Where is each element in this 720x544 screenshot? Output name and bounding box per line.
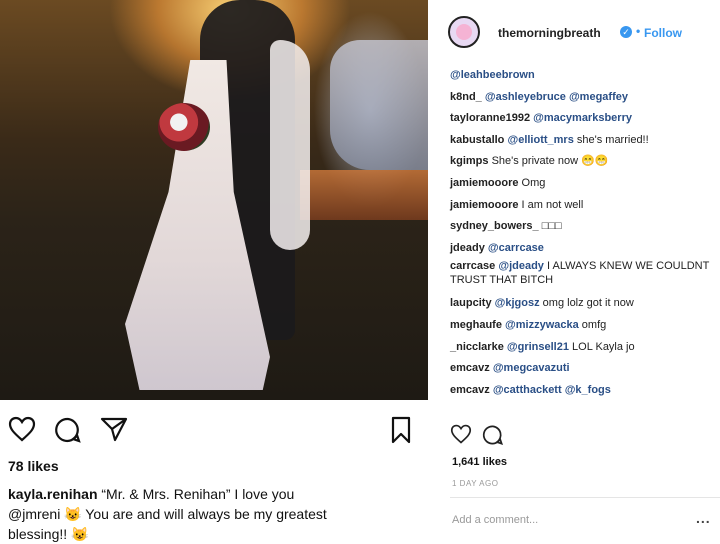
avatar[interactable]: [448, 16, 480, 48]
photo-grass: [300, 170, 428, 220]
comment-username[interactable]: k8nd_: [450, 91, 482, 103]
comment-text: Omg: [521, 176, 546, 189]
comment-text: LOL Kayla jo: [568, 340, 635, 353]
comment-username[interactable]: emcavz: [450, 362, 490, 374]
comment-mention[interactable]: @kjgosz: [495, 297, 540, 309]
comment-username[interactable]: laupcity: [450, 297, 492, 309]
comment-row: kabustallo @elliott_mrs she's married!!: [450, 130, 720, 152]
comment-row: _nicclarke @grinsell21 LOL Kayla jo: [450, 337, 720, 359]
comment-mention[interactable]: @macymarksberry: [533, 112, 632, 124]
comment-row: emcavz @catthackett @k_fogs: [450, 380, 720, 402]
post-likes[interactable]: 78 likes: [8, 458, 59, 474]
more-options-button[interactable]: ...: [696, 510, 711, 526]
comment-separator: [450, 497, 720, 498]
comment-icon[interactable]: [54, 416, 82, 444]
wedding-photo: [0, 0, 428, 400]
comment-text: she's married!!: [573, 133, 649, 146]
follow-button[interactable]: Follow: [644, 26, 682, 40]
panel-actions: [450, 424, 550, 448]
comment-username[interactable]: meghaufe: [450, 319, 502, 331]
bookmark-icon[interactable]: [390, 416, 412, 444]
comment-mention[interactable]: @jdeady: [498, 260, 544, 272]
photo-veil: [270, 40, 310, 250]
avatar-face: [456, 24, 472, 40]
comment-text: omfg: [578, 318, 607, 331]
comment-mention[interactable]: @megcavazuti: [493, 362, 570, 374]
comments-panel: themorningbreath ✓ • Follow @leahbeebrow…: [430, 0, 720, 544]
comment-username[interactable]: tayloranne1992: [450, 112, 530, 124]
comment-mention[interactable]: @elliott_mrs: [507, 134, 573, 146]
comment-mention[interactable]: @grinsell21: [507, 341, 569, 353]
comment-row: laupcity @kjgosz omg lolz got it now: [450, 293, 720, 315]
heart-icon[interactable]: [8, 416, 36, 442]
comment-mention[interactable]: @ashleyebruce @megaffey: [485, 91, 628, 103]
comment-username[interactable]: sydney_bowers_: [450, 220, 539, 232]
comment-mention[interactable]: @catthackett @k_fogs: [493, 384, 611, 396]
comment-row: carrcase @jdeady I ALWAYS KNEW WE COULDN…: [450, 259, 720, 293]
comment-list: @leahbeebrown k8nd_ @ashleyebruce @megaff…: [450, 65, 720, 401]
comment-mention[interactable]: @carrcase: [488, 242, 544, 254]
comment-text: omg lolz got it now: [539, 297, 634, 310]
add-comment-input[interactable]: Add a comment...: [452, 514, 538, 526]
post-date: 1 DAY AGO: [452, 479, 499, 488]
share-icon[interactable]: [100, 416, 128, 442]
comment-row: jamiemooore Omg: [450, 173, 720, 195]
comment-username[interactable]: kgimps: [450, 155, 489, 167]
panel-likes[interactable]: 1,641 likes: [452, 456, 507, 468]
comment-mention[interactable]: @mizzywacka: [505, 319, 579, 331]
caption-line-2: @jmreni 😺 You are and will always be my …: [8, 506, 327, 522]
comment-row: tayloranne1992 @macymarksberry: [450, 108, 720, 130]
comment-row: jamiemooore I am not well: [450, 195, 720, 217]
caption-line-3: blessing!! 😺: [8, 526, 89, 542]
comment-username[interactable]: emcavz: [450, 384, 490, 396]
post-header: themorningbreath ✓ • Follow: [444, 12, 720, 52]
comment-username[interactable]: jamiemooore: [450, 177, 518, 189]
comment-text: She's private now 😁😁: [491, 155, 609, 168]
post-actions: [0, 408, 428, 452]
comment-row: jdeady @carrcase: [450, 238, 720, 260]
heart-icon[interactable]: [450, 424, 472, 444]
caption-line-1: “Mr. & Mrs. Renihan” I love you: [101, 486, 295, 502]
separator-dot: •: [636, 24, 641, 38]
verified-icon: ✓: [620, 26, 632, 38]
post-caption: kayla.renihan “Mr. & Mrs. Renihan” I lov…: [8, 484, 418, 544]
comment-row: @leahbeebrown: [450, 65, 720, 87]
comment-username[interactable]: jdeady: [450, 242, 485, 254]
comment-row: meghaufe @mizzywacka omfg: [450, 315, 720, 337]
comment-row: sydney_bowers_ □□□: [450, 216, 720, 238]
comment-mention[interactable]: @leahbeebrown: [450, 69, 535, 81]
comment-icon[interactable]: [482, 424, 504, 446]
caption-username[interactable]: kayla.renihan: [8, 486, 98, 502]
comment-text: □□□: [541, 220, 562, 233]
photo-water: [330, 40, 428, 170]
comment-text: I am not well: [521, 198, 584, 211]
photo-bouquet: [158, 103, 210, 151]
comment-username[interactable]: kabustallo: [450, 134, 504, 146]
comment-row: emcavz @megcavazuti: [450, 358, 720, 380]
header-username[interactable]: themorningbreath: [498, 26, 601, 40]
comment-username[interactable]: carrcase: [450, 260, 495, 272]
comment-row: k8nd_ @ashleyebruce @megaffey: [450, 87, 720, 109]
comment-row: kgimps She's private now 😁😁: [450, 151, 720, 173]
comment-username[interactable]: _nicclarke: [450, 341, 504, 353]
comment-username[interactable]: jamiemooore: [450, 199, 518, 211]
